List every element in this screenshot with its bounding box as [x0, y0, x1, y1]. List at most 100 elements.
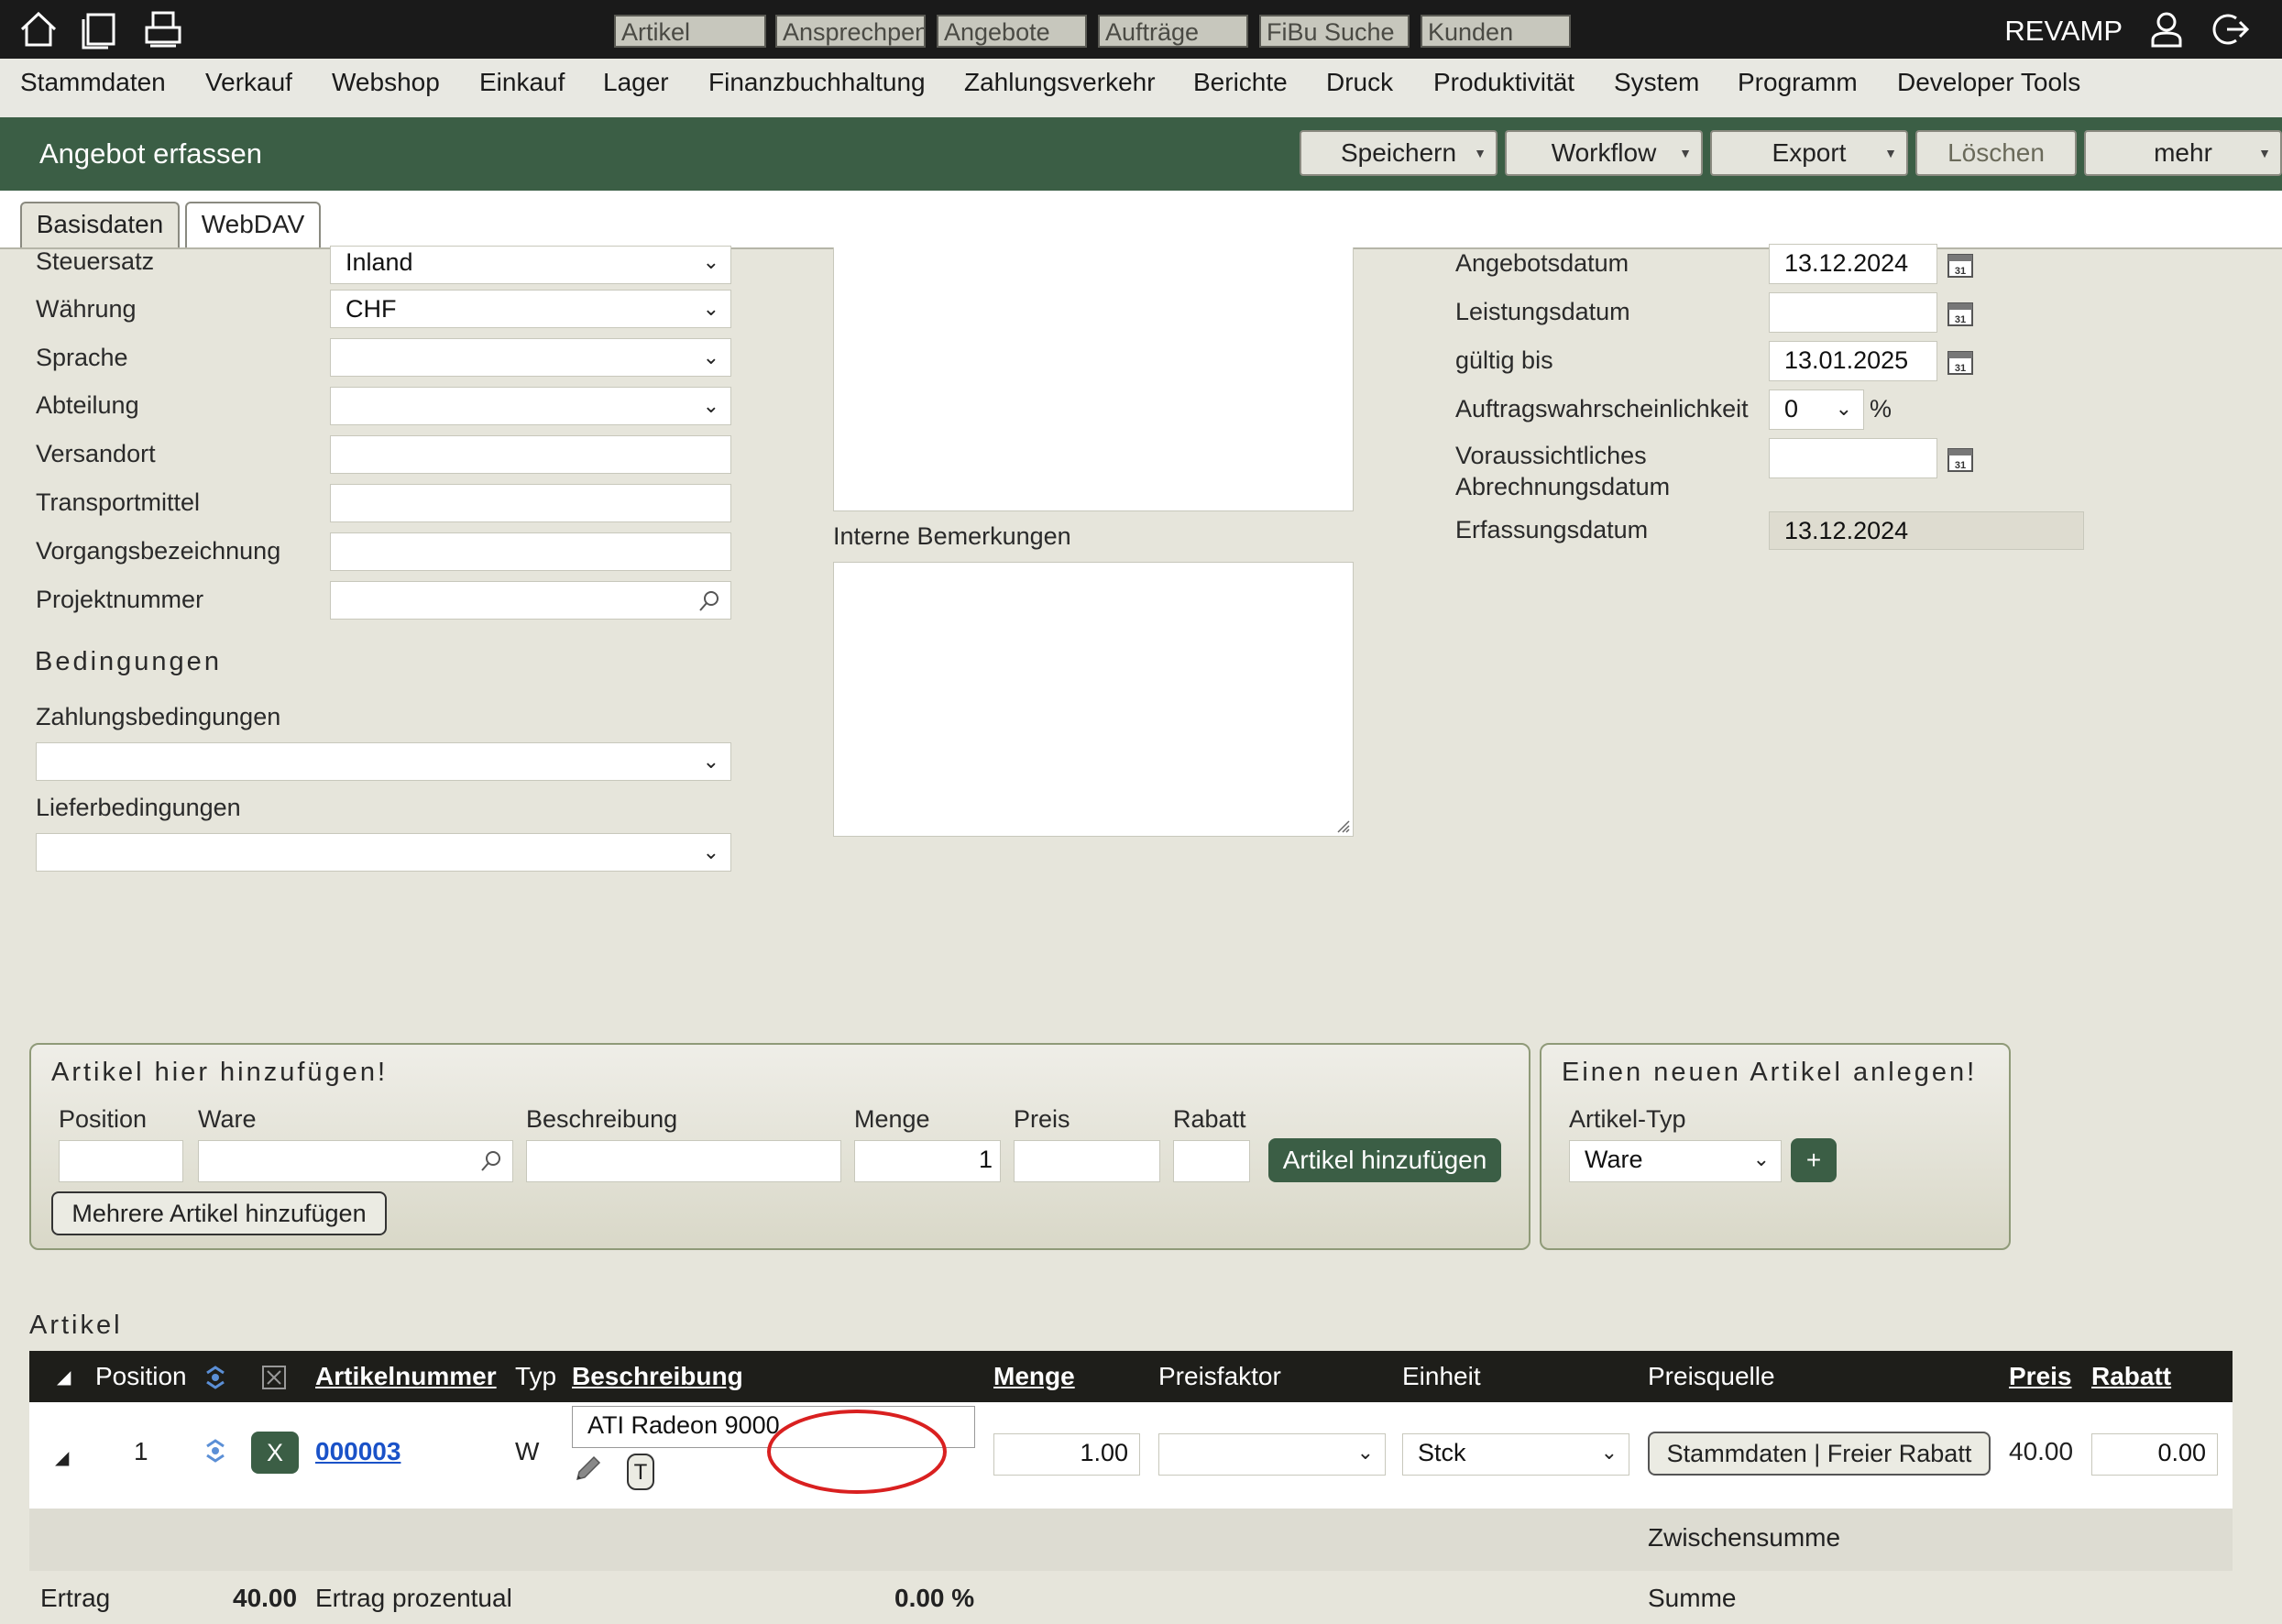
row-einheit-select[interactable]: Stck ⌄: [1402, 1433, 1629, 1476]
menu-system[interactable]: System: [1614, 68, 1699, 97]
menu-einkauf[interactable]: Einkauf: [479, 68, 565, 97]
zwischensumme-label: Zwischensumme: [1648, 1523, 1841, 1552]
windows-icon[interactable]: [79, 9, 119, 49]
menu-finanzbuchhaltung[interactable]: Finanzbuchhaltung: [708, 68, 926, 97]
add-article-button[interactable]: Artikel hinzufügen: [1268, 1138, 1501, 1182]
pencil-icon[interactable]: [572, 1454, 603, 1485]
home-icon[interactable]: [18, 9, 59, 49]
ware-input[interactable]: [198, 1140, 513, 1182]
save-button[interactable]: Speichern ▼: [1300, 130, 1498, 176]
search-icon[interactable]: [479, 1149, 503, 1173]
abrechnungsdatum-input[interactable]: [1769, 438, 1937, 478]
more-button[interactable]: mehr ▼: [2084, 130, 2282, 176]
quicksearch-fibu[interactable]: FiBu Suche: [1259, 15, 1410, 48]
tab-webdav[interactable]: WebDAV: [185, 202, 321, 247]
quicksearch-kunden[interactable]: Kunden: [1421, 15, 1571, 48]
waehrung-select[interactable]: CHF ⌄: [330, 290, 731, 328]
menu-developer-tools[interactable]: Developer Tools: [1897, 68, 2080, 97]
auftragswahrscheinlichkeit-select[interactable]: 0 ⌄: [1769, 390, 1864, 430]
position-input[interactable]: [59, 1140, 183, 1182]
bemerkungen-textarea[interactable]: [833, 247, 1354, 511]
sprache-label: Sprache: [36, 344, 128, 371]
add-article-panel: Artikel hier hinzufügen! Position Ware B…: [29, 1043, 1530, 1250]
row-menge-input[interactable]: 1.00: [993, 1433, 1140, 1476]
delete-all-icon[interactable]: [260, 1364, 288, 1391]
resize-handle-icon[interactable]: [1334, 817, 1351, 834]
col-artikelnummer[interactable]: Artikelnummer: [315, 1362, 497, 1391]
col-menge[interactable]: Menge: [993, 1362, 1075, 1391]
vorgangsbezeichnung-input[interactable]: [330, 532, 731, 571]
steuersatz-select[interactable]: Inland ⌄: [330, 246, 731, 284]
col-preis[interactable]: Preis: [2009, 1362, 2072, 1391]
leistungsdatum-input[interactable]: [1769, 292, 1937, 333]
text-format-button[interactable]: T: [627, 1454, 654, 1490]
menu-druck[interactable]: Druck: [1326, 68, 1393, 97]
col-beschreibung[interactable]: Beschreibung: [572, 1362, 743, 1391]
menu-produktivitaet[interactable]: Produktivität: [1433, 68, 1574, 97]
versandort-input[interactable]: [330, 435, 731, 474]
preisquelle-button[interactable]: Stammdaten | Freier Rabatt: [1648, 1432, 1991, 1476]
delete-row-button[interactable]: X: [251, 1432, 299, 1474]
new-article-title: Einen neuen Artikel anlegen!: [1562, 1058, 1978, 1087]
quicksearch-auftraege[interactable]: Aufträge: [1098, 15, 1248, 48]
user-icon[interactable]: [2146, 9, 2187, 49]
row-preisfaktor-select[interactable]: ⌄: [1158, 1433, 1386, 1476]
lieferbedingungen-select[interactable]: ⌄: [36, 833, 731, 872]
quicksearch-artikel[interactable]: Artikel: [614, 15, 766, 48]
angebotsdatum-input[interactable]: 13.12.2024: [1769, 244, 1937, 284]
leistungsdatum-label: Leistungsdatum: [1455, 298, 1630, 325]
menu-webshop[interactable]: Webshop: [332, 68, 440, 97]
menu-verkauf[interactable]: Verkauf: [205, 68, 292, 97]
gueltig-bis-input[interactable]: 13.01.2025: [1769, 341, 1937, 381]
tab-basisdaten[interactable]: Basisdaten: [20, 202, 180, 247]
tab-strip: Basisdaten WebDAV: [0, 191, 2282, 249]
chevron-down-icon: ⌄: [702, 346, 719, 368]
sprache-select[interactable]: ⌄: [330, 338, 731, 377]
row-rabatt-input[interactable]: 0.00: [2091, 1433, 2218, 1476]
calendar-icon[interactable]: 31: [1947, 445, 1974, 473]
calendar-icon[interactable]: 31: [1947, 300, 1974, 327]
col-position[interactable]: Position: [95, 1362, 187, 1391]
logout-icon[interactable]: [2211, 9, 2251, 49]
reorder-icon[interactable]: [202, 1437, 229, 1465]
export-button[interactable]: Export ▼: [1710, 130, 1908, 176]
ertrag-prozentual-label: Ertrag prozentual: [315, 1584, 512, 1612]
calendar-icon[interactable]: 31: [1947, 251, 1974, 279]
interne-bemerkungen-label: Interne Bemerkungen: [833, 522, 1071, 550]
ertrag-label: Ertrag: [40, 1584, 111, 1612]
artikel-typ-select[interactable]: Ware ⌄: [1569, 1140, 1782, 1182]
row-artikelnummer-link[interactable]: 000003: [315, 1437, 400, 1466]
beschreibung-input[interactable]: [526, 1140, 841, 1182]
projektnummer-input[interactable]: [330, 581, 731, 620]
printer-icon[interactable]: [143, 9, 183, 49]
add-multiple-articles-button[interactable]: Mehrere Artikel hinzufügen: [51, 1191, 387, 1235]
col-rabatt[interactable]: Rabatt: [2091, 1362, 2171, 1391]
title-bar: Angebot erfassen Speichern ▼ Workflow ▼ Ex…: [0, 117, 2282, 191]
menu-lager[interactable]: Lager: [603, 68, 669, 97]
workflow-button[interactable]: Workflow ▼: [1505, 130, 1703, 176]
menu-programm[interactable]: Programm: [1738, 68, 1858, 97]
quicksearch-ansprechpartner[interactable]: Ansprechpen: [775, 15, 926, 48]
zahlungsbedingungen-select[interactable]: ⌄: [36, 742, 731, 781]
delete-button[interactable]: Löschen: [1915, 130, 2077, 176]
add-new-article-button[interactable]: +: [1791, 1138, 1837, 1182]
interne-bemerkungen-textarea[interactable]: [833, 562, 1354, 837]
collapse-all-icon[interactable]: ◢: [57, 1366, 71, 1388]
rabatt-input[interactable]: [1173, 1140, 1250, 1182]
search-icon[interactable]: [697, 589, 721, 613]
abteilung-select[interactable]: ⌄: [330, 387, 731, 425]
quicksearch-angebote[interactable]: Angebote: [937, 15, 1087, 48]
menu-berichte[interactable]: Berichte: [1193, 68, 1288, 97]
rabatt-label: Rabatt: [1173, 1105, 1246, 1133]
transportmittel-input[interactable]: [330, 484, 731, 522]
beschreibung-label: Beschreibung: [526, 1105, 678, 1133]
collapse-row-icon[interactable]: ◢: [55, 1446, 69, 1469]
preis-input[interactable]: [1014, 1140, 1160, 1182]
dropdown-arrow-icon: ▼: [1884, 146, 1897, 160]
calendar-icon[interactable]: 31: [1947, 348, 1974, 376]
menu-zahlungsverkehr[interactable]: Zahlungsverkehr: [964, 68, 1156, 97]
menge-input[interactable]: 1: [854, 1140, 1001, 1182]
menu-stammdaten[interactable]: Stammdaten: [20, 68, 166, 97]
auftragswahrscheinlichkeit-value: 0: [1784, 395, 1799, 422]
reorder-icon[interactable]: [202, 1364, 229, 1391]
